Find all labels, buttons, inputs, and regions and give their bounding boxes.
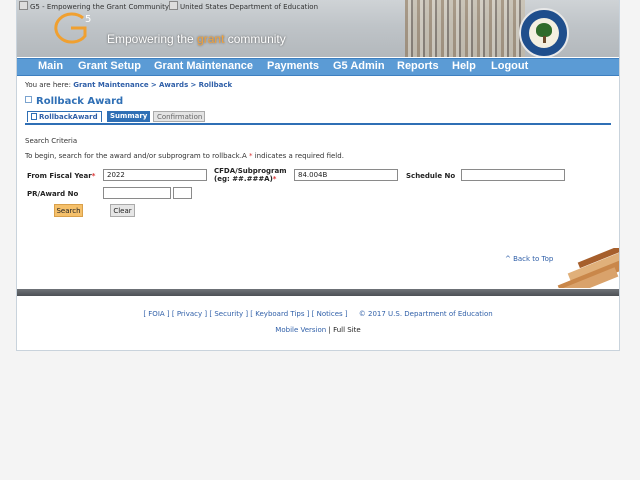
library-shelves-image <box>405 0 525 57</box>
nav-grant-setup[interactable]: Grant Setup <box>78 60 141 72</box>
broken-image-icon <box>169 1 178 10</box>
books-decoration-image <box>547 248 619 288</box>
instructions-text: To begin, search for the award and/or su… <box>25 152 344 160</box>
footer-link-security[interactable]: Security <box>214 310 243 318</box>
clear-button[interactable]: Clear <box>110 204 135 217</box>
breadcrumb-rollback[interactable]: Rollback <box>199 81 233 89</box>
nav-payments[interactable]: Payments <box>267 60 319 72</box>
schedule-no-input[interactable] <box>461 169 565 181</box>
tab-rollback-award[interactable]: RollbackAward <box>27 111 102 122</box>
cfda-label: CFDA/Subprogram (eg: ##.###A)* <box>214 167 287 183</box>
title-bullet-icon <box>25 96 32 103</box>
nav-main[interactable]: Main <box>38 60 63 72</box>
g5-logo-alt: G5 - Empowering the Grant Community <box>19 1 169 11</box>
tagline: Empowering the grant community <box>107 32 286 46</box>
breadcrumb-prefix: You are here: <box>25 81 71 89</box>
footer-link-notices[interactable]: Notices <box>317 310 343 318</box>
footer-link-keyboard-tips[interactable]: Keyboard Tips <box>255 310 304 318</box>
cfda-subprogram-input[interactable] <box>294 169 398 181</box>
nav-g5-admin[interactable]: G5 Admin <box>333 60 385 72</box>
broken-image-icon <box>19 1 28 10</box>
copyright-text: © 2017 U.S. Department of Education <box>358 310 493 318</box>
main-nav: Main Grant Setup Grant Maintenance Payme… <box>17 58 619 76</box>
nav-reports[interactable]: Reports <box>397 60 439 72</box>
mobile-version-link[interactable]: Mobile Version <box>275 326 326 334</box>
version-divider: | <box>328 326 331 334</box>
header-banner: G5 - Empowering the Grant Community Unit… <box>17 0 619 57</box>
tab-confirmation[interactable]: Confirmation <box>153 111 205 122</box>
tab-summary[interactable]: Summary <box>107 111 150 122</box>
footer-link-privacy[interactable]: Privacy <box>177 310 202 318</box>
nav-help[interactable]: Help <box>452 60 476 72</box>
document-icon <box>31 113 37 120</box>
nav-grant-maintenance[interactable]: Grant Maintenance <box>154 60 253 72</box>
breadcrumb-awards[interactable]: Awards <box>159 81 188 89</box>
schedule-no-label: Schedule No <box>406 172 456 180</box>
full-site-label: Full Site <box>333 326 361 334</box>
footer-bar <box>17 289 619 296</box>
pr-award-suffix-input[interactable] <box>173 187 192 199</box>
pr-award-input[interactable] <box>103 187 171 199</box>
fiscal-year-input[interactable] <box>103 169 207 181</box>
footer-link-foia[interactable]: FOIA <box>148 310 164 318</box>
department-seal-icon <box>519 8 569 57</box>
footer-links: [ FOIA ] [ Privacy ] [ Security ] [ Keyb… <box>143 310 493 318</box>
pr-award-label: PR/Award No <box>27 190 79 198</box>
fiscal-year-label: From Fiscal Year* <box>27 172 96 180</box>
ed-seal-alt: United States Department of Education <box>169 1 318 11</box>
svg-text:5: 5 <box>85 14 91 25</box>
nav-logout[interactable]: Logout <box>491 60 528 72</box>
tab-bar: RollbackAward Summary Confirmation <box>25 111 611 125</box>
breadcrumb: You are here: Grant Maintenance > Awards… <box>25 81 232 89</box>
breadcrumb-separator: > <box>150 81 157 89</box>
page-container: G5 - Empowering the Grant Community Unit… <box>16 0 620 351</box>
search-button[interactable]: Search <box>54 204 83 217</box>
breadcrumb-separator: > <box>190 81 197 89</box>
g5-logo: 5 <box>54 12 91 44</box>
page-title: Rollback Award <box>25 96 123 107</box>
breadcrumb-grant-maintenance[interactable]: Grant Maintenance <box>73 81 148 89</box>
search-criteria-label: Search Criteria <box>25 137 78 145</box>
site-version-links: Mobile Version | Full Site <box>17 326 619 334</box>
